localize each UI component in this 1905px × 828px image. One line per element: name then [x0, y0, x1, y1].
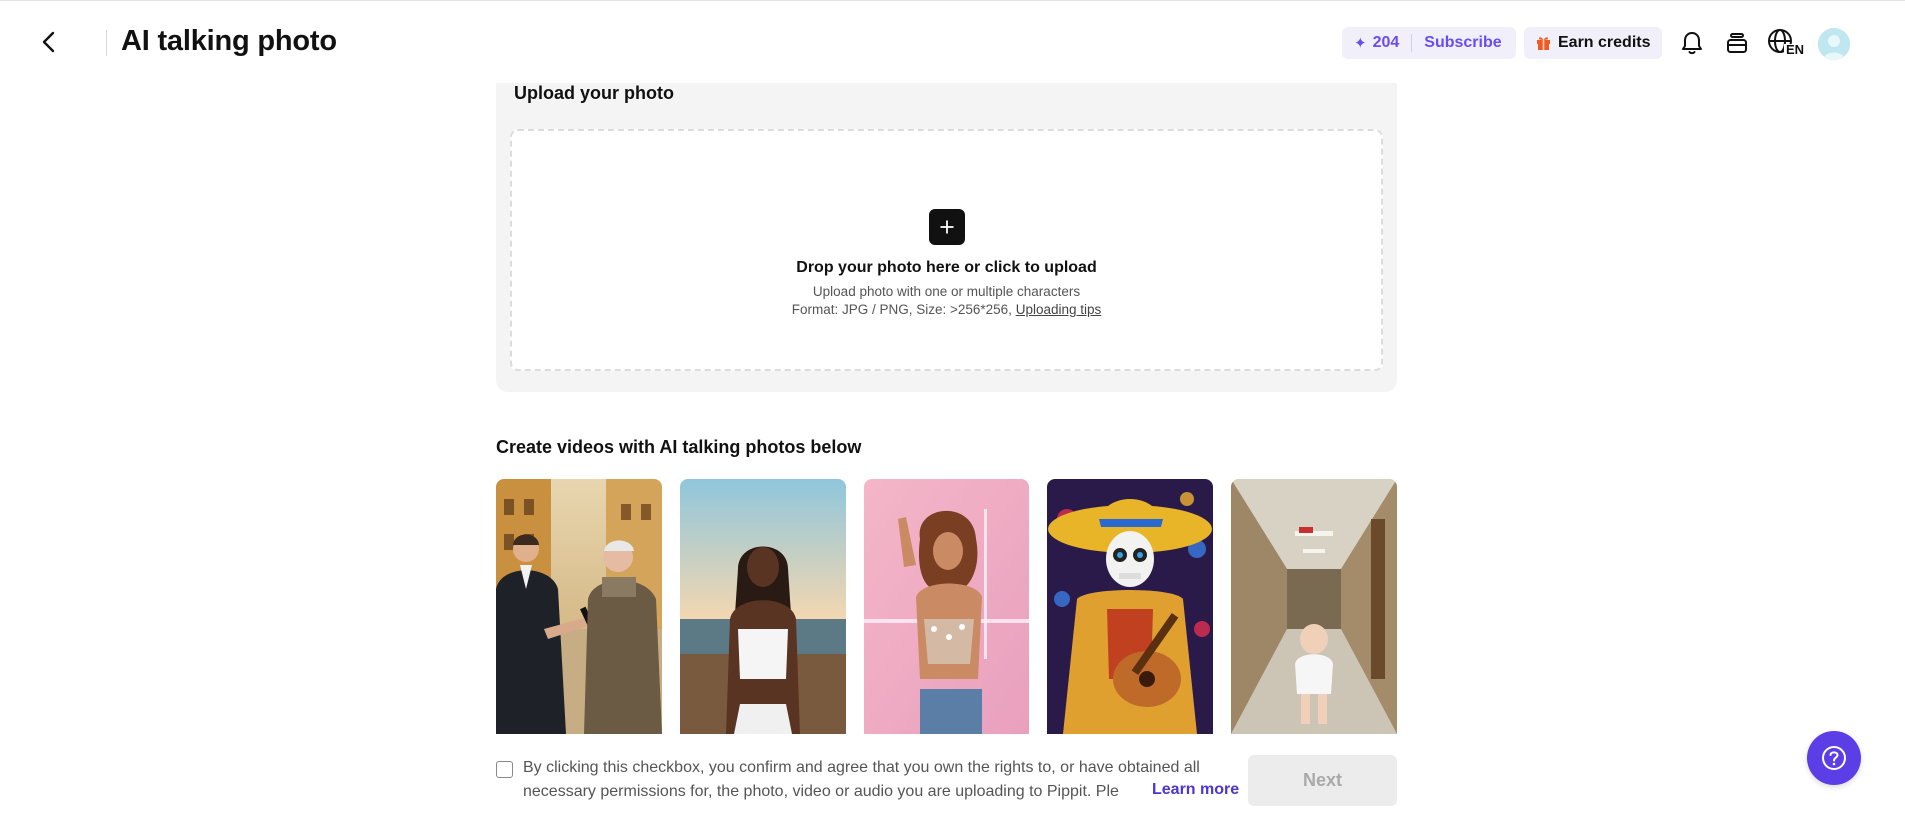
example-thumb-mariachi[interactable] [1047, 479, 1214, 734]
earn-credits-label: Earn credits [1558, 34, 1651, 51]
sparkle-icon: ✦ [1354, 35, 1367, 52]
skeleton-mariachi-guitar-image [1047, 479, 1214, 734]
upload-heading: Upload your photo [514, 83, 674, 103]
subscribe-button[interactable]: Subscribe [1424, 34, 1501, 52]
dropzone-subtitle: Upload photo with one or multiple charac… [812, 284, 1081, 299]
consent-line-2: necessary permissions for, the photo, vi… [523, 783, 1119, 800]
photo-dropzone[interactable]: Drop your photo here or click to upload … [510, 129, 1383, 371]
bell-icon [1682, 32, 1702, 55]
projects-button[interactable] [1722, 28, 1752, 58]
consent-text: By clicking this checkbox, you confirm a… [523, 756, 1231, 804]
pill-separator [1411, 34, 1413, 52]
earn-credits-button[interactable]: Earn credits [1524, 27, 1663, 59]
baby-hallway-image [1231, 479, 1397, 734]
back-button[interactable] [34, 27, 64, 57]
upload-plus-button[interactable] [929, 209, 965, 245]
language-badge: EN [1786, 42, 1805, 57]
question-mark-icon [1822, 746, 1846, 770]
consent-line-1: By clicking this checkbox, you confirm a… [523, 759, 1200, 776]
help-button[interactable] [1807, 731, 1861, 785]
credits-pill[interactable]: ✦ 204 Subscribe [1342, 27, 1516, 59]
beach-sunset-woman-image [679, 479, 846, 734]
dancing-woman-neon-image [863, 479, 1030, 734]
user-avatar-icon [1818, 28, 1850, 60]
format-text: Format: JPG / PNG, Size: >256*256, [791, 302, 1012, 317]
gift-icon [1537, 37, 1550, 50]
plus-icon [940, 220, 954, 234]
chevron-left-icon [42, 31, 55, 53]
dropzone-title: Drop your photo here or click to upload [796, 259, 1097, 276]
example-thumb-baby[interactable] [1231, 479, 1397, 734]
dropzone-format: Format: JPG / PNG, Size: >256*256, Uploa… [512, 302, 1381, 317]
avatar[interactable] [1818, 28, 1850, 60]
upload-panel: Upload your photo Drop your photo here o… [496, 83, 1397, 392]
stack-icon [1727, 33, 1747, 53]
header-divider [106, 30, 107, 56]
notifications-button[interactable] [1677, 28, 1707, 58]
consent-checkbox[interactable] [496, 761, 513, 778]
example-gallery [496, 479, 1397, 734]
credits-count: 204 [1372, 34, 1400, 51]
examples-title: Create videos with AI talking photos bel… [496, 437, 862, 457]
page-title: AI talking photo [121, 25, 337, 57]
learn-more-link[interactable]: Learn more [1146, 781, 1240, 799]
example-thumb-dancer[interactable] [863, 479, 1030, 734]
header: AI talking photo ✦ 204 Subscribe Earn cr… [0, 1, 1905, 83]
uploading-tips-link[interactable]: Uploading tips [1016, 302, 1102, 317]
example-thumb-beach[interactable] [679, 479, 846, 734]
language-button[interactable]: EN [1767, 28, 1805, 58]
example-thumb-interview[interactable] [496, 479, 662, 734]
interview-street-image [496, 479, 662, 734]
next-button[interactable]: Next [1248, 755, 1397, 806]
